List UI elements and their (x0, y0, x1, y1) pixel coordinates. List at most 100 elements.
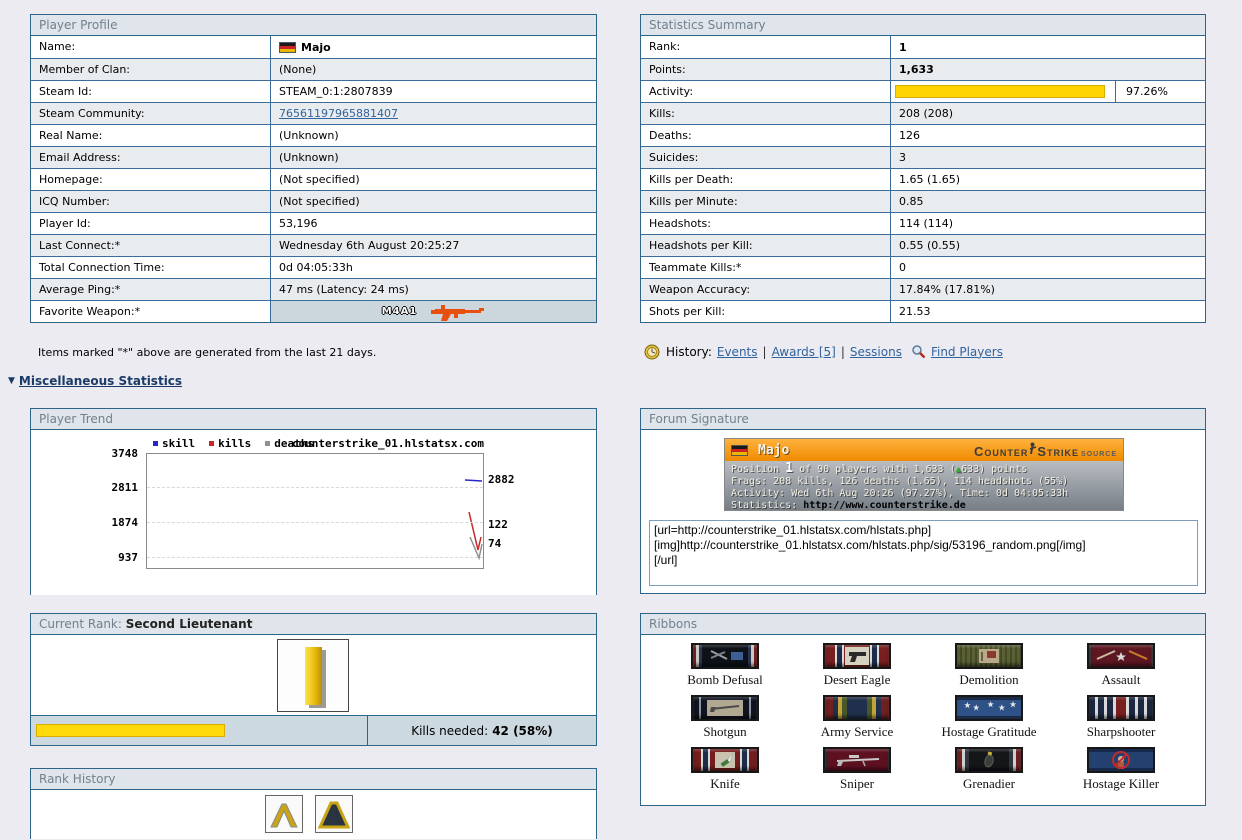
row-label: Kills per Minute: (641, 191, 891, 212)
rank-history-panel: Rank History (30, 768, 597, 839)
history-label: History: (666, 344, 712, 359)
profile-row-favorite-weapon: Favorite Weapon:* M4A1 (31, 300, 596, 322)
profile-row-homepage: Homepage: (Not specified) (31, 168, 596, 190)
kills-legend-swatch (209, 441, 215, 446)
ribbon-label: Army Service (820, 724, 894, 739)
ribbon-label: Sniper (840, 776, 874, 791)
statistics-summary-header: Statistics Summary (641, 15, 1205, 36)
current-rank-name: Second Lieutenant (125, 617, 253, 631)
ribbon-assault: Assault (1055, 643, 1187, 688)
row-label: Shots per Kill: (641, 301, 891, 322)
row-label: Member of Clan: (31, 59, 271, 80)
row-label: Average Ping:* (31, 279, 271, 300)
ribbon-bomb-defusal: Bomb Defusal (659, 643, 791, 688)
row-value: 114 (114) (899, 217, 954, 230)
ribbons-panel: Ribbons Bomb Defusal Desert Eagle Demoli… (640, 613, 1206, 806)
logo-counter: Counter (973, 443, 1029, 459)
bbcode-textarea[interactable]: [url=http://counterstrike_01.hlstatsx.co… (649, 520, 1198, 586)
sig-stats-label: Statistics: (731, 500, 798, 511)
ribbon-label: Shotgun (703, 724, 747, 739)
find-players-link[interactable]: Find Players (931, 345, 1003, 359)
gridline (147, 487, 483, 488)
row-label: Steam Id: (31, 81, 271, 102)
ribbons-grid: Bomb Defusal Desert Eagle Demolition Ass… (641, 635, 1205, 792)
stats-row-kpd: Kills per Death: 1.65 (1.65) (641, 168, 1205, 190)
skill-end-value: 2882 (488, 473, 515, 486)
row-value: 0 (899, 261, 906, 274)
kills-needed: Kills needed: 42 (58%) (368, 716, 596, 745)
row-label: Last Connect:* (31, 235, 271, 256)
sig-stats-url: http://www.counterstrike.de (803, 500, 966, 511)
germany-flag-icon (279, 41, 296, 53)
stats-row-activity: Activity: 97.26% (641, 80, 1205, 102)
player-trend-chart: skill kills deaths counterstrike_01.hlst… (31, 430, 596, 595)
row-label: Activity: (641, 81, 891, 102)
m4a1-rifle-icon (431, 304, 485, 321)
sig-line1-mid: of 90 players with 1,633 ( (799, 464, 956, 475)
player-name: Majo (301, 40, 331, 54)
hostage-gratitude-ribbon-icon (955, 695, 1023, 721)
row-value: (Unknown) (279, 151, 339, 164)
grenadier-ribbon-icon (955, 747, 1023, 773)
stats-row-points: Points: 1,633 (641, 58, 1205, 80)
profile-row-clan: Member of Clan: (None) (31, 58, 596, 80)
row-value: (Not specified) (279, 195, 360, 208)
stats-row-spk: Shots per Kill: 21.53 (641, 300, 1205, 322)
ribbon-label: Assault (1101, 672, 1141, 687)
row-value: 3 (899, 151, 906, 164)
awards-link[interactable]: Awards [5] (772, 345, 836, 359)
ribbons-header: Ribbons (641, 614, 1205, 635)
steam-community-link[interactable]: 76561197965881407 (279, 103, 398, 124)
forum-signature-header: Forum Signature (641, 409, 1205, 430)
ribbon-label: Hostage Killer (1082, 776, 1160, 791)
rank-history-header: Rank History (31, 769, 596, 790)
sig-activity-line: Activity: Wed 6th Aug 20:26 (97.27%), Ti… (731, 488, 1069, 499)
row-value: 0.55 (0.55) (899, 239, 961, 252)
row-value: (Not specified) (279, 173, 360, 186)
rank-progress-bar (36, 724, 226, 737)
row-value: 208 (208) (899, 107, 954, 120)
ribbon-knife: Knife (659, 747, 791, 792)
row-label: Email Address: (31, 147, 271, 168)
miscellaneous-statistics-link[interactable]: Miscellaneous Statistics (19, 374, 182, 388)
ribbon-hostage-killer: Hostage Killer (1055, 747, 1187, 792)
rank-history-body (31, 790, 596, 839)
private-rank-icon (265, 795, 303, 833)
ribbon-label: Demolition (959, 672, 1019, 687)
deaths-end-value: 74 (488, 537, 502, 550)
row-label: Name: (31, 36, 271, 58)
shotgun-ribbon-icon (691, 695, 759, 721)
ribbon-desert-eagle: Desert Eagle (791, 643, 923, 688)
row-value: 126 (899, 129, 920, 142)
player-profile-panel: Player Profile Name: Majo Member of Clan… (30, 14, 597, 323)
profile-row-icq: ICQ Number: (Not specified) (31, 190, 596, 212)
stats-row-hpk: Headshots per Kill: 0.55 (0.55) (641, 234, 1205, 256)
army-service-ribbon-icon (823, 695, 891, 721)
row-value: 21.53 (899, 305, 931, 318)
sniper-ribbon-icon (823, 747, 891, 773)
chevron-down-icon: ▼ (8, 376, 15, 386)
stats-row-kills: Kills: 208 (208) (641, 102, 1205, 124)
row-value: (Unknown) (279, 129, 339, 142)
row-label: Kills per Death: (641, 169, 891, 190)
counter-strike-logo: Counter Strike SOURCE (974, 442, 1117, 459)
asterisk-note: Items marked "*" above are generated fro… (38, 346, 377, 359)
chart-watermark: counterstrike_01.hlstatsx.com (291, 437, 484, 450)
current-rank-header: Current Rank: Second Lieutenant (31, 614, 596, 635)
signature-image: Majo Counter Strike SOURCE Position 1 of… (724, 438, 1124, 511)
current-rank-panel: Current Rank: Second Lieutenant Kills ne… (30, 613, 597, 746)
ribbon-label: Grenadier (963, 776, 1015, 791)
row-label: Homepage: (31, 169, 271, 190)
signature-stats-text: Position 1 of 90 players with 1,633 (▲63… (725, 461, 1123, 511)
events-link[interactable]: Events (717, 345, 758, 359)
row-value: 0d 04:05:33h (279, 261, 353, 274)
player-trend-panel: Player Trend skill kills deaths counters… (30, 408, 597, 595)
assault-ribbon-icon (1087, 643, 1155, 669)
profile-row-playerid: Player Id: 53,196 (31, 212, 596, 234)
gridline (147, 557, 483, 558)
ribbon-label: Bomb Defusal (687, 672, 763, 687)
rank-insignia-area (31, 635, 596, 715)
private-first-class-rank-icon (315, 795, 353, 833)
row-value: 0.85 (899, 195, 924, 208)
sessions-link[interactable]: Sessions (850, 345, 902, 359)
